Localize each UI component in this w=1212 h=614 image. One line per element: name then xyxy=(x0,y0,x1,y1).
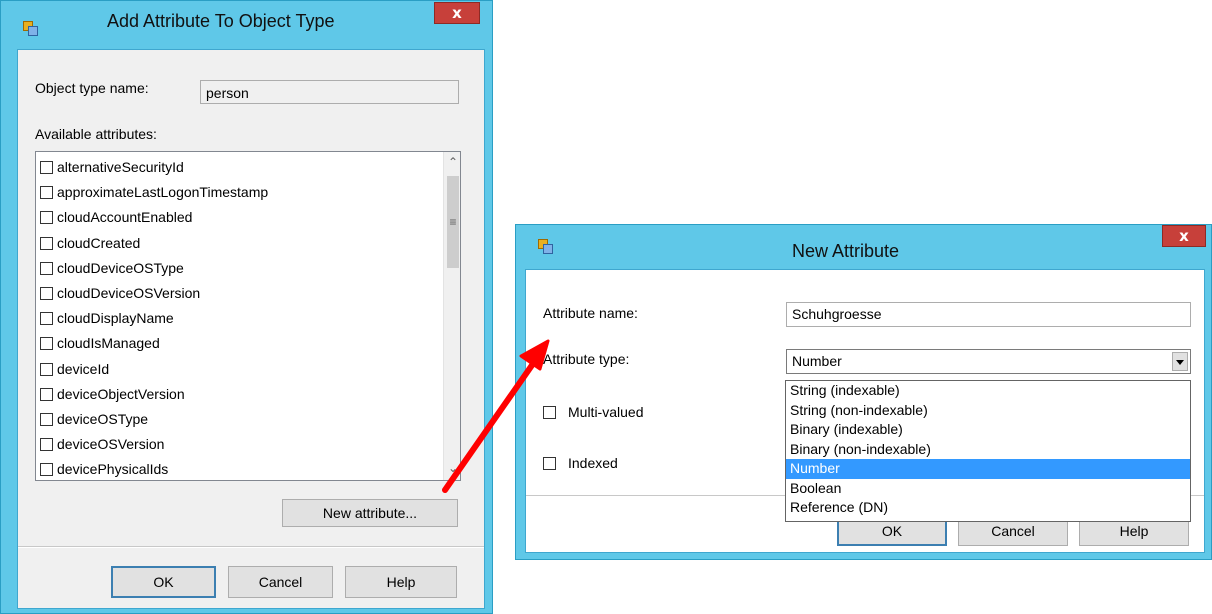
dropdown-option[interactable]: String (indexable) xyxy=(786,381,1190,401)
close-button[interactable]: x xyxy=(434,2,480,24)
help-button[interactable]: Help xyxy=(345,566,457,598)
separator xyxy=(18,546,484,548)
dropdown-option[interactable]: String (non-indexable) xyxy=(786,401,1190,421)
app-icon xyxy=(538,239,553,254)
scroll-up-icon[interactable]: ⌃ xyxy=(444,152,460,172)
object-type-field[interactable]: person xyxy=(200,80,459,104)
indexed-checkbox[interactable] xyxy=(543,457,556,470)
attribute-type-label: Attribute type: xyxy=(543,351,630,367)
new-attribute-button[interactable]: New attribute... xyxy=(282,499,458,527)
attribute-name: cloudDeviceOSType xyxy=(57,259,184,276)
dropdown-option[interactable]: Reference (DN) xyxy=(786,498,1190,518)
chevron-down-icon[interactable] xyxy=(1172,352,1188,371)
attribute-name: deviceObjectVersion xyxy=(57,385,185,402)
indexed-label: Indexed xyxy=(568,455,618,471)
attribute-type-select[interactable]: Number xyxy=(786,349,1191,374)
attribute-checkbox[interactable] xyxy=(40,161,53,174)
attribute-checkbox[interactable] xyxy=(40,387,53,401)
attribute-name: approximateLastLogonTimestamp xyxy=(57,184,269,201)
attribute-checkbox[interactable] xyxy=(40,186,53,200)
add-attribute-dialog: Add Attribute To Object Type x Object ty… xyxy=(0,0,493,614)
attribute-checkbox[interactable] xyxy=(40,261,53,275)
attribute-name: deviceId xyxy=(57,360,110,377)
dialog-body: Object type name: person Available attri… xyxy=(17,49,485,609)
attribute-name: cloudDeviceOSVersion xyxy=(57,285,201,301)
scroll-thumb[interactable]: ≡ xyxy=(447,176,459,268)
ok-button[interactable]: OK xyxy=(111,566,216,598)
attribute-name: cloudAccountEnabled xyxy=(57,209,193,226)
attribute-checkbox[interactable] xyxy=(40,362,53,376)
available-attributes-label: Available attributes: xyxy=(35,126,157,142)
grip-icon: ≡ xyxy=(449,215,457,229)
dialog-title: Add Attribute To Object Type xyxy=(107,11,335,31)
new-attribute-dialog: New Attribute x Attribute name: Schuhgro… xyxy=(515,224,1212,560)
attribute-name: deviceOSType xyxy=(57,411,149,427)
cancel-button[interactable]: Cancel xyxy=(228,566,333,598)
attribute-name: cloudDisplayName xyxy=(57,310,174,327)
close-button[interactable]: x xyxy=(1162,225,1206,247)
attribute-checkbox[interactable] xyxy=(40,438,53,452)
attribute-name: alternativeSecurityId xyxy=(57,159,184,175)
title-bar[interactable]: Add Attribute To Object Type x xyxy=(1,1,492,41)
attribute-checkbox[interactable] xyxy=(40,337,53,351)
attribute-name-label: Attribute name: xyxy=(543,305,638,321)
scroll-down-icon[interactable]: ⌄ xyxy=(444,458,460,478)
attributes-listbox[interactable]: alternativeSecurityId approximateLastLogo… xyxy=(35,151,461,481)
app-icon xyxy=(23,21,38,36)
object-type-label: Object type name: xyxy=(35,80,149,96)
attribute-type-options-list[interactable]: String (indexable) String (non-indexable)… xyxy=(785,380,1191,522)
attribute-checkbox[interactable] xyxy=(40,413,53,426)
multi-valued-checkbox[interactable] xyxy=(543,406,556,419)
vertical-scrollbar[interactable]: ⌃ ≡ ⌄ xyxy=(443,152,460,480)
attribute-checkbox[interactable] xyxy=(40,287,53,300)
attribute-name: cloudIsManaged xyxy=(57,335,160,352)
attribute-checkbox[interactable] xyxy=(40,211,53,225)
dialog-title: New Attribute xyxy=(792,241,900,261)
attribute-checkbox[interactable] xyxy=(40,236,53,250)
dropdown-option[interactable]: Boolean xyxy=(786,479,1190,499)
dropdown-option[interactable]: Binary (indexable) xyxy=(786,420,1190,440)
attribute-name: deviceOSVersion xyxy=(57,436,165,453)
attribute-type-value: Number xyxy=(792,353,842,369)
title-bar[interactable]: New Attribute x xyxy=(516,225,1211,265)
dropdown-option[interactable]: Binary (non-indexable) xyxy=(786,440,1190,460)
multi-valued-label: Multi-valued xyxy=(568,404,644,420)
attribute-checkbox[interactable] xyxy=(40,312,53,326)
attribute-checkbox[interactable] xyxy=(40,463,53,477)
attribute-name: devicePhysicalIds xyxy=(57,461,169,478)
attribute-name-input[interactable]: Schuhgroesse xyxy=(786,302,1191,327)
attribute-name: cloudCreated xyxy=(57,234,141,251)
dropdown-option[interactable]: Number xyxy=(786,459,1190,479)
